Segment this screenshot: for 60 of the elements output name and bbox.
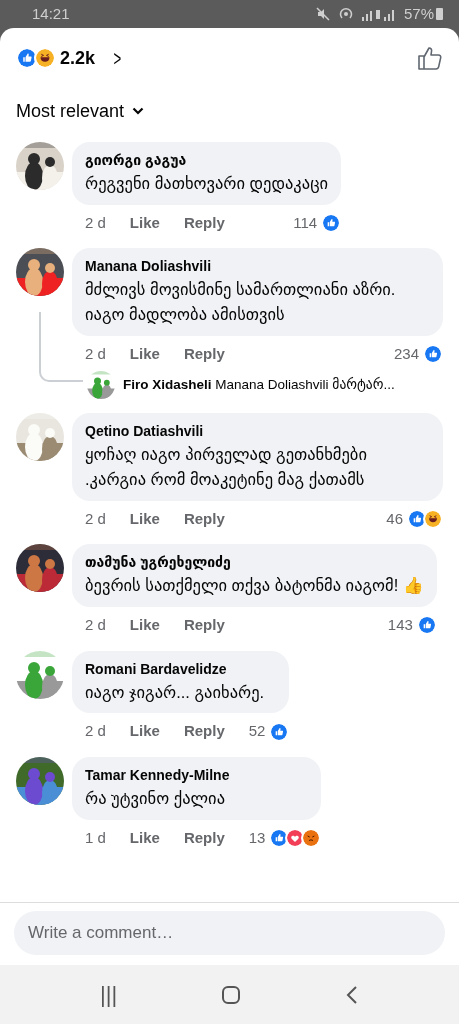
like-reaction-icon xyxy=(423,344,443,364)
like-link[interactable]: Like xyxy=(129,826,160,849)
angry-reaction-icon xyxy=(301,827,322,848)
like-link[interactable]: Like xyxy=(129,720,160,743)
thread-line xyxy=(39,312,83,383)
reaction-count[interactable]: 114 xyxy=(293,211,318,235)
sort-dropdown[interactable]: Most relevant xyxy=(16,97,145,125)
comment-author[interactable]: გიორგი გაგუა xyxy=(85,150,329,171)
like-link[interactable]: Like xyxy=(129,211,160,235)
battery-percent: 57% xyxy=(403,3,434,24)
reaction-count[interactable]: 52 xyxy=(248,720,266,743)
mute-icon xyxy=(315,7,330,21)
reply-link[interactable]: Reply xyxy=(183,826,225,849)
comment-text: იაგო ჯიგარ... გაიხარე. xyxy=(85,681,266,704)
reply-link[interactable]: Reply xyxy=(183,614,225,637)
like-link[interactable]: Like xyxy=(129,614,160,637)
comment-time[interactable]: 2 d xyxy=(85,342,106,366)
status-time: 14:21 xyxy=(32,3,70,24)
reply-link[interactable]: Reply xyxy=(183,507,225,531)
comment-author[interactable]: Manana Doliashvili xyxy=(85,256,430,278)
recents-button[interactable]: ||| xyxy=(99,978,118,1011)
comment-text: რა უტვინო ქალია xyxy=(85,787,226,810)
comment-time[interactable]: 1 d xyxy=(85,826,106,849)
comment-author[interactable]: თამუნა უგრეხელიძე xyxy=(85,552,424,574)
comment-text: ყოჩაღ იაგო პირველად გეთანხმები .კარგია რომ მოაკეტინე მაგ ქათამს xyxy=(85,444,368,491)
battery-icon xyxy=(436,8,443,20)
reply-preview[interactable]: Firo Xidasheli Manana Doliashvili მარტარ... xyxy=(123,375,395,396)
like-reaction-icon xyxy=(321,213,342,233)
comment-time[interactable]: 2 d xyxy=(85,211,106,235)
comment-text: მძლივს მოვისმინე სამართლიანი აზრი. იაგო მადლობა ამისთვის xyxy=(85,279,397,326)
comment-time[interactable]: 2 d xyxy=(85,720,106,743)
comment-time[interactable]: 2 d xyxy=(85,614,106,637)
reaction-count[interactable]: 46 xyxy=(386,507,403,531)
laughing-reaction-icon xyxy=(423,509,443,529)
home-button[interactable] xyxy=(221,984,242,1005)
like-reaction-icon xyxy=(16,47,38,69)
chevron-icon[interactable]: > xyxy=(113,41,122,75)
reply-link[interactable]: Reply xyxy=(183,720,225,743)
comment-author[interactable]: Romani Bardavelidze xyxy=(85,658,277,680)
comment-text: ბევრის სათქმელი თქვა ბატონმა იაგომ! 👍 xyxy=(85,575,424,597)
reply-link[interactable]: Reply xyxy=(183,342,225,366)
reaction-count[interactable]: 13 xyxy=(248,826,266,849)
laughing-reaction-icon xyxy=(34,47,56,69)
back-button[interactable] xyxy=(345,984,359,1005)
comment-field[interactable]: Write a comment… xyxy=(14,911,445,955)
like-link[interactable]: Like xyxy=(129,507,160,531)
reply-link[interactable]: Reply xyxy=(183,211,225,235)
comment-author[interactable]: Qetino Datiashvili xyxy=(85,421,430,443)
reaction-count[interactable]: 234 xyxy=(393,342,419,366)
reaction-count[interactable]: 143 xyxy=(387,614,413,637)
like-link[interactable]: Like xyxy=(129,342,160,366)
comment-author[interactable]: Tamar Kennedy-Milne xyxy=(85,764,309,786)
caret-icon xyxy=(132,107,145,115)
like-button[interactable] xyxy=(417,45,443,71)
signal-icon xyxy=(361,7,396,21)
reaction-count[interactable]: 2.2k xyxy=(60,44,96,72)
like-reaction-icon xyxy=(269,721,290,742)
comment-time[interactable]: 2 d xyxy=(85,507,106,531)
comment-text: რეგვენი მათხოვარი დედაკაცი xyxy=(85,173,329,195)
like-reaction-icon xyxy=(416,615,437,636)
